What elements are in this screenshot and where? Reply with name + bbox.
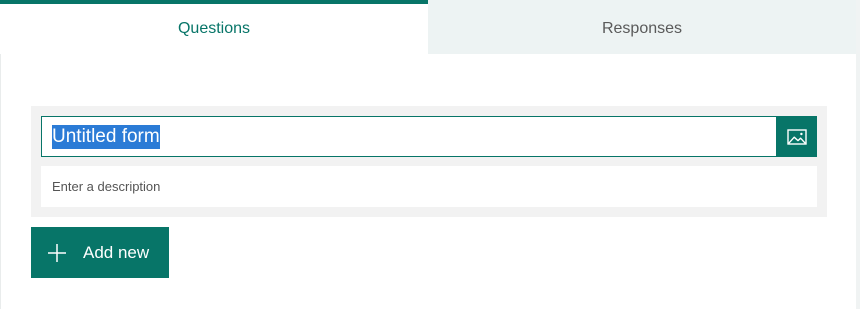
form-title-row: Untitled form xyxy=(41,116,817,157)
add-new-label: Add new xyxy=(83,242,150,262)
questions-panel: Untitled form Enter a description Add ne… xyxy=(0,54,856,309)
form-header-card: Untitled form Enter a description xyxy=(31,106,827,217)
forms-editor-window: Questions Responses Untitled form Enter … xyxy=(0,0,860,309)
tab-questions-label: Questions xyxy=(177,20,251,37)
insert-image-button[interactable] xyxy=(776,116,817,157)
form-description-placeholder: Enter a description xyxy=(52,179,161,194)
add-new-button[interactable]: Add new xyxy=(31,227,169,278)
tab-bar: Questions Responses xyxy=(0,0,856,54)
tab-responses[interactable]: Responses xyxy=(428,0,856,54)
form-title-text: Untitled form xyxy=(52,124,160,149)
form-title-input[interactable]: Untitled form xyxy=(41,116,776,157)
form-description-input[interactable]: Enter a description xyxy=(41,166,817,207)
plus-icon xyxy=(48,243,66,262)
tab-responses-label: Responses xyxy=(601,20,683,37)
tab-questions[interactable]: Questions xyxy=(0,0,428,54)
image-icon xyxy=(786,128,807,145)
